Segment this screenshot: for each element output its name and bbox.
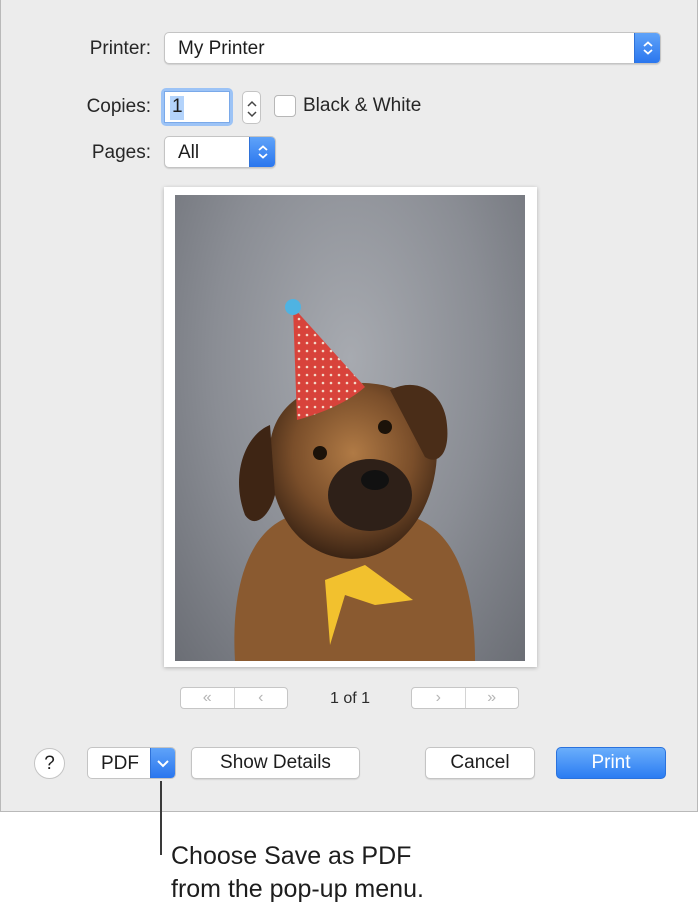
popup-arrows-icon — [249, 137, 275, 167]
callout-line — [160, 781, 162, 855]
black-white-checkbox[interactable] — [274, 95, 296, 117]
copies-stepper[interactable] — [242, 91, 261, 124]
help-button[interactable]: ? — [34, 748, 65, 779]
page-count: 1 of 1 — [329, 690, 371, 707]
copies-input[interactable]: 1 — [161, 88, 233, 126]
cancel-button[interactable]: Cancel — [425, 747, 535, 779]
black-white-label[interactable]: Black & White — [303, 95, 421, 117]
pdf-label: PDF — [101, 753, 139, 774]
popup-arrows-icon — [634, 33, 660, 63]
dog-party-hat-photo — [175, 195, 525, 661]
last-page-button[interactable]: » — [464, 688, 519, 708]
pages-label: Pages: — [91, 142, 151, 163]
printer-value: My Printer — [178, 38, 265, 59]
previous-page-button[interactable]: ‹ — [233, 688, 288, 708]
chevron-down-icon[interactable] — [150, 748, 175, 778]
first-page-button[interactable]: « — [181, 688, 234, 708]
next-page-button[interactable]: › — [412, 688, 465, 708]
callout-line-1: Choose Save as PDF — [171, 842, 412, 870]
show-details-button[interactable]: Show Details — [191, 747, 360, 779]
pages-popup[interactable]: All — [164, 136, 276, 168]
pdf-menu-button[interactable]: PDF — [87, 747, 176, 779]
preview-forward-controls: › » — [411, 687, 519, 709]
print-preview — [164, 187, 537, 667]
printer-label: Printer: — [89, 38, 151, 59]
callout-line-2: from the pop-up menu. — [171, 875, 424, 903]
preview-back-controls: « ‹ — [180, 687, 288, 709]
print-button[interactable]: Print — [556, 747, 666, 779]
print-dialog: Printer: My Printer Copies: 1 Black & Wh… — [0, 0, 698, 812]
pages-value: All — [178, 142, 200, 163]
copies-value: 1 — [172, 96, 183, 117]
callout-text: Choose Save as PDF from the pop-up menu. — [171, 840, 424, 906]
copies-label: Copies: — [86, 96, 151, 117]
printer-popup[interactable]: My Printer — [164, 32, 661, 64]
